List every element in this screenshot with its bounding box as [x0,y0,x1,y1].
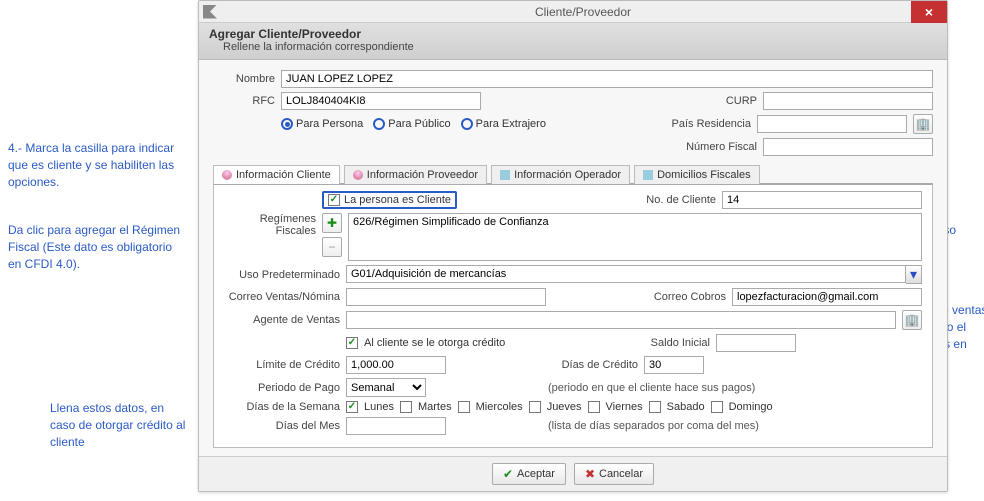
chk-miercoles[interactable] [458,401,470,413]
periodo-select[interactable]: Semanal [346,378,426,397]
radio-persona[interactable]: Para Persona [281,118,363,130]
radio-publico[interactable]: Para Público [373,118,450,130]
agente-label: Agente de Ventas [224,314,340,326]
correo-cobros-input[interactable] [732,288,922,306]
pais-input[interactable] [757,115,907,133]
chk-martes[interactable] [400,401,412,413]
tab-info-operador[interactable]: Información Operador [491,165,630,184]
banner-heading: Agregar Cliente/Proveedor [209,27,937,41]
check-icon: ✔ [503,467,513,481]
radio-icon [461,118,473,130]
lbl-lunes: Lunes [364,401,394,413]
correo-ventas-label: Correo Ventas/Nómina [224,291,340,303]
periodo-label: Periodo de Pago [224,382,340,394]
limite-credito-input[interactable] [346,356,446,374]
banner-sub: Rellene la información correspondiente [223,41,937,53]
tab-body-cliente: La persona es Cliente No. de Cliente Reg… [213,185,933,448]
close-button[interactable]: × [911,1,947,23]
limite-credito-label: Límite de Crédito [224,359,340,371]
no-cliente-input[interactable] [722,191,922,209]
nombre-label: Nombre [213,73,275,85]
rfc-input[interactable] [281,92,481,110]
numfiscal-label: Número Fiscal [677,141,757,153]
regimenes-label: Regímenes Fiscales [224,213,316,237]
lbl-domingo: Domingo [729,401,773,413]
saldo-inicial-input[interactable] [716,334,796,352]
curp-input[interactable] [763,92,933,110]
annotation-regimen: Da clic para agregar el Régimen Fiscal (… [8,222,183,272]
lbl-jueves: Jueves [547,401,582,413]
dias-mes-hint: (lista de días separados por coma del me… [548,420,759,432]
doc-icon [643,170,653,180]
chk-lunes[interactable] [346,401,358,413]
add-regimen-button[interactable]: ✚ [322,213,342,233]
curp-label: CURP [677,95,757,107]
banner: Agregar Cliente/Proveedor Rellene la inf… [199,23,947,60]
correo-cobros-label: Correo Cobros [646,291,726,303]
chk-jueves[interactable] [529,401,541,413]
periodo-hint: (periodo en que el cliente hace sus pago… [548,382,755,394]
uso-label: Uso Predeterminado [224,269,340,281]
plus-icon: ✚ [327,216,337,230]
chk-domingo[interactable] [711,401,723,413]
radio-selected-icon [281,118,293,130]
person-icon [353,170,363,180]
annotation-4: 4.- Marca la casilla para indicar que es… [8,140,183,190]
chk-viernes[interactable] [588,401,600,413]
dias-credito-label: Días de Crédito [548,359,638,371]
regimenes-list[interactable]: 626/Régimen Simplificado de Confianza [348,213,922,261]
correo-ventas-input[interactable] [346,288,546,306]
tab-info-proveedor[interactable]: Información Proveedor [344,165,487,184]
building-icon: 🏢 [905,313,920,327]
window-title: Cliente/Proveedor [223,5,943,19]
es-cliente-highlight: La persona es Cliente [322,191,457,209]
otorga-credito-label: Al cliente se le otorga crédito [364,337,505,349]
doc-icon [500,170,510,180]
no-cliente-label: No. de Cliente [636,194,716,206]
cancel-icon: ✖ [585,467,595,481]
annotation-credito: Llena estos datos, en caso de otorgar cr… [50,400,190,450]
lbl-viernes: Viernes [606,401,643,413]
chk-sabado[interactable] [649,401,661,413]
app-icon [203,5,217,19]
building-icon: 🏢 [916,117,931,131]
dias-mes-label: Días del Mes [224,420,340,432]
radio-extranjero[interactable]: Para Extrajero [461,118,546,130]
tab-domicilios[interactable]: Domicilios Fiscales [634,165,760,184]
dias-mes-input[interactable] [346,417,446,435]
dialog-footer: ✔Aceptar ✖Cancelar [199,456,947,491]
es-cliente-label: La persona es Cliente [344,194,451,206]
person-icon [222,170,232,180]
pais-label: País Residencia [671,118,751,130]
saldo-inicial-label: Saldo Inicial [630,337,710,349]
nombre-input[interactable] [281,70,933,88]
dias-semana-label: Días de la Semana [224,401,340,413]
lbl-miercoles: Miercoles [476,401,523,413]
rfc-label: RFC [213,95,275,107]
agente-input[interactable] [346,311,896,329]
chevron-down-icon: ▾ [910,266,917,283]
tab-info-cliente[interactable]: Información Cliente [213,165,340,184]
lbl-sabado: Sabado [667,401,705,413]
numfiscal-input[interactable] [763,138,933,156]
person-type-radio-group: Para Persona Para Público Para Extrajero [281,118,546,130]
pais-picker-button[interactable]: 🏢 [913,114,933,134]
dialog-window: Cliente/Proveedor × Agregar Cliente/Prov… [198,0,948,492]
minus-icon: − [328,240,335,254]
uso-dropdown-button[interactable]: ▾ [906,265,922,284]
agente-picker-button[interactable]: 🏢 [902,310,922,330]
lbl-martes: Martes [418,401,452,413]
remove-regimen-button[interactable]: − [322,237,342,257]
titlebar: Cliente/Proveedor × [199,1,947,23]
cancelar-button[interactable]: ✖Cancelar [574,463,654,485]
aceptar-button[interactable]: ✔Aceptar [492,463,566,485]
uso-predeterminado-input[interactable] [346,265,906,283]
radio-icon [373,118,385,130]
es-cliente-checkbox[interactable] [328,194,340,206]
otorga-credito-checkbox[interactable] [346,337,358,349]
dias-credito-input[interactable] [644,356,704,374]
tabstrip: Información Cliente Información Proveedo… [213,164,933,185]
